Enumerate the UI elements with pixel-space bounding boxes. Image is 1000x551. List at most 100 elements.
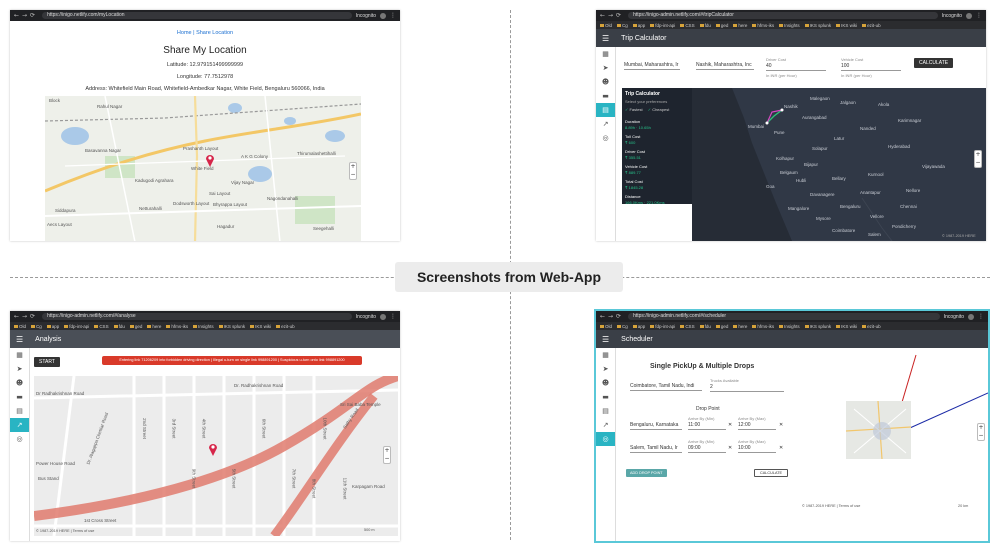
people-icon[interactable]: ☻ (596, 376, 615, 390)
bookmark[interactable]: Insights (779, 23, 800, 28)
hamburger-menu-icon[interactable]: ☰ (602, 335, 609, 344)
bookmark[interactable]: hfms-iks (166, 324, 188, 329)
compass-icon[interactable]: ◎ (10, 432, 29, 446)
bookmark[interactable]: Old (600, 324, 612, 329)
trend-icon[interactable]: ↗ (10, 418, 29, 432)
bookmark[interactable]: Cg (617, 23, 628, 28)
address-bar[interactable]: https://inigo-admin.netlify.com/#/schedu… (628, 313, 940, 320)
bookmark[interactable]: Insights (193, 324, 214, 329)
zoom-in-button[interactable]: + (350, 163, 356, 171)
bookmark[interactable]: ezit-ub (862, 23, 881, 28)
location-pin-icon[interactable] (205, 153, 215, 167)
bookmark[interactable]: Old (14, 324, 26, 329)
bookmark[interactable]: ged (716, 23, 729, 28)
trend-icon[interactable]: ↗ (596, 117, 615, 131)
dashboard-icon[interactable]: ▦ (10, 348, 29, 362)
avatar[interactable] (968, 313, 974, 320)
analysis-map[interactable]: Dr Radhakrishnan Road Dr. Radhakrishnan … (34, 376, 398, 536)
bookmark[interactable]: app (633, 324, 646, 329)
clear-icon[interactable]: ✕ (779, 445, 783, 451)
bookmark[interactable]: fdp-int-api (650, 23, 675, 28)
bookmark[interactable]: app (633, 23, 646, 28)
bookmark[interactable]: IKS splunk (805, 23, 832, 28)
clear-icon[interactable]: ✕ (779, 422, 783, 428)
address-bar[interactable]: https://inigo-admin.netlify.com/#/analys… (42, 313, 352, 320)
truck-icon[interactable]: ▬ (10, 390, 29, 404)
bookmark[interactable]: fdu (700, 324, 711, 329)
zoom-out-button[interactable]: − (384, 455, 390, 463)
vehicle-cost-input[interactable]: 100 (841, 63, 901, 71)
location-pin-icon[interactable] (208, 442, 218, 456)
truck-icon[interactable]: ▬ (596, 390, 615, 404)
location-map[interactable]: Block Rahul Nagar Basavanna Nagar Prasha… (45, 96, 361, 241)
calculator-icon[interactable]: ▤ (10, 404, 29, 418)
start-button[interactable]: START (34, 357, 60, 367)
nav-links[interactable]: Home | Share Location (10, 30, 400, 36)
bookmark[interactable]: ged (716, 324, 729, 329)
menu-icon[interactable]: ⋮ (390, 12, 396, 19)
avatar[interactable] (380, 313, 386, 320)
bookmark[interactable]: Old (600, 23, 612, 28)
compass-icon[interactable]: ◎ (596, 131, 615, 145)
zoom-in-button[interactable]: + (978, 424, 984, 432)
origin-input[interactable]: Mumbai, Maharashtra, Ir (624, 62, 680, 70)
bookmark[interactable]: fdu (114, 324, 125, 329)
drop-2-min-input[interactable]: 09:00 (688, 445, 726, 453)
calculate-button[interactable]: CALCULATE (914, 58, 954, 68)
bookmark[interactable]: here (733, 23, 747, 28)
drop-2-place-input[interactable]: Salem, Tamil Nadu, Ir (630, 445, 682, 453)
nav-arrows-icon[interactable]: ←→⟳ (14, 313, 38, 320)
people-icon[interactable]: ☻ (10, 376, 29, 390)
navigation-icon[interactable]: ➤ (10, 362, 29, 376)
bookmark[interactable]: Cg (617, 324, 628, 329)
calculator-icon[interactable]: ▤ (596, 404, 615, 418)
hamburger-menu-icon[interactable]: ☰ (602, 34, 609, 43)
bookmark[interactable]: ezit-ub (862, 324, 881, 329)
clear-icon[interactable]: ✕ (728, 422, 732, 428)
dashboard-icon[interactable]: ▦ (596, 348, 615, 362)
calculate-button[interactable]: CALCULATE (754, 469, 789, 477)
zoom-in-button[interactable]: + (975, 151, 981, 159)
fastest-checkbox[interactable]: Fastest (625, 107, 642, 112)
bookmark[interactable]: IKS wiki (250, 324, 271, 329)
drop-1-place-input[interactable]: Bengaluru, Karnataka (630, 422, 682, 430)
navigation-icon[interactable]: ➤ (596, 61, 615, 75)
zoom-out-button[interactable]: − (978, 432, 984, 440)
bookmark[interactable]: Insights (779, 324, 800, 329)
bookmark[interactable]: fdp-int-api (64, 324, 89, 329)
dashboard-icon[interactable]: ▦ (596, 47, 615, 61)
trend-icon[interactable]: ↗ (596, 418, 615, 432)
bookmark[interactable]: here (147, 324, 161, 329)
bookmark[interactable]: CSS (94, 324, 108, 329)
bookmark[interactable]: app (47, 324, 60, 329)
bookmark[interactable]: Cg (31, 324, 42, 329)
trucks-input[interactable]: 2 (710, 384, 784, 392)
dark-map[interactable]: Nashik Malegaon Jalgaon Akola Mumbai Pun… (692, 88, 986, 241)
zoom-out-button[interactable]: − (975, 159, 981, 167)
truck-icon[interactable]: ▬ (596, 89, 615, 103)
bookmark[interactable]: here (733, 324, 747, 329)
driver-cost-input[interactable]: 40 (766, 63, 826, 71)
navigation-icon[interactable]: ➤ (596, 362, 615, 376)
nav-arrows-icon[interactable]: ←→⟳ (600, 12, 624, 19)
bookmark[interactable]: CSS (680, 23, 694, 28)
bookmark[interactable]: CSS (680, 324, 694, 329)
destination-input[interactable]: Nashik, Maharashtra, Inc (696, 62, 754, 70)
address-bar[interactable]: https://inigo.netlify.com/myLocation (42, 12, 352, 19)
bookmark[interactable]: fdu (700, 23, 711, 28)
bookmark[interactable]: ezit-ub (276, 324, 295, 329)
avatar[interactable] (380, 12, 386, 19)
calculator-icon[interactable]: ▤ (596, 103, 615, 117)
address-bar[interactable]: https://inigo-admin.netlify.com/#/tripCa… (628, 12, 938, 19)
nav-arrows-icon[interactable]: ←→⟳ (14, 12, 38, 19)
bookmark[interactable]: ged (130, 324, 143, 329)
add-drop-point-button[interactable]: ADD DROP POINT (626, 469, 667, 477)
pickup-input[interactable]: Coimbatore, Tamil Nadu, Indi (630, 383, 702, 391)
people-icon[interactable]: ☻ (596, 75, 615, 89)
bookmark[interactable]: IKS splunk (805, 324, 832, 329)
clear-icon[interactable]: ✕ (728, 445, 732, 451)
scheduler-map[interactable] (846, 401, 911, 459)
menu-icon[interactable]: ⋮ (978, 313, 984, 320)
hamburger-menu-icon[interactable]: ☰ (16, 335, 23, 344)
drop-1-max-input[interactable]: 12:00 (738, 422, 776, 430)
